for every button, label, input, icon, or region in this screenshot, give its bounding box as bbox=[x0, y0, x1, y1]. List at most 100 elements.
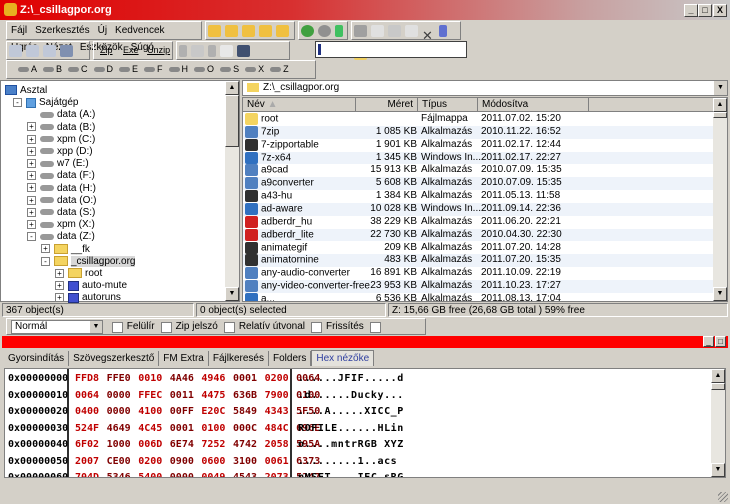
expand-icon[interactable]: + bbox=[41, 244, 50, 254]
menu-item[interactable]: Kedvencek bbox=[115, 22, 164, 39]
move-icon[interactable] bbox=[388, 25, 401, 37]
file-row[interactable]: adberdr_lite 22 730 KB Alkalmazás 2010.04.3… bbox=[243, 228, 717, 242]
expand-icon[interactable]: + bbox=[27, 146, 36, 156]
collapse-icon[interactable]: - bbox=[13, 98, 22, 108]
cut-icon[interactable] bbox=[354, 25, 367, 37]
hex-bytes[interactable]: 524F 4649 4C45 0001 0100 000C 484C 696E bbox=[75, 421, 328, 438]
hex-ascii[interactable]: ....A.....XICC_P bbox=[298, 404, 404, 421]
checkbox[interactable] bbox=[310, 321, 322, 333]
tab[interactable]: Hex nézőke bbox=[311, 350, 375, 366]
resize-grip[interactable] bbox=[718, 492, 728, 502]
chevron-down-icon[interactable]: ▼ bbox=[90, 321, 102, 333]
expand-icon[interactable]: + bbox=[27, 183, 36, 193]
console-icon[interactable] bbox=[237, 45, 250, 57]
hex-bytes[interactable]: 0400 0000 4100 00FF E20C 5849 4343 5F50 bbox=[75, 404, 328, 421]
notepad-icon[interactable] bbox=[220, 45, 233, 57]
scroll-up-arrow-icon[interactable]: ▲ bbox=[711, 369, 725, 383]
tree-scrollbar[interactable]: ▲ ▼ bbox=[225, 81, 239, 301]
scroll-down-arrow-icon[interactable]: ▼ bbox=[225, 287, 239, 301]
tab[interactable]: Gyorsindítás bbox=[4, 351, 70, 366]
list-scrollbar[interactable]: ▲ ▼ bbox=[713, 98, 727, 301]
drive-button[interactable]: F bbox=[144, 61, 163, 78]
expand-icon[interactable]: + bbox=[27, 207, 36, 217]
hex-ascii[interactable]: pMSFT....IEC sRG bbox=[298, 470, 404, 477]
checkbox[interactable] bbox=[369, 321, 381, 333]
tab[interactable]: Fájlkeresés bbox=[209, 351, 269, 366]
file-row[interactable]: ad-aware 10 028 KB Windows In... 2011.09.14… bbox=[243, 202, 717, 216]
hex-bytes[interactable]: 0064 0000 FFEC 0011 4475 636B 7900 0100 bbox=[75, 388, 328, 405]
hex-ascii[interactable]: o....mntrRGB XYZ bbox=[298, 437, 404, 454]
address-dropdown-icon[interactable]: ▼ bbox=[714, 81, 727, 95]
copy-icon[interactable] bbox=[371, 25, 384, 37]
minimize-button[interactable]: _ bbox=[684, 4, 698, 17]
drive-button[interactable]: X bbox=[245, 61, 264, 78]
scroll-up-arrow-icon[interactable]: ▲ bbox=[713, 98, 727, 112]
checkbox[interactable] bbox=[223, 321, 235, 333]
file-row[interactable]: 7z-x64 1 345 KB Windows In... 2011.02.17. 2… bbox=[243, 151, 717, 165]
path-input[interactable] bbox=[315, 41, 467, 58]
address-bar[interactable]: Z:\_csillagpor.org ▼ bbox=[242, 80, 728, 96]
expand-icon[interactable]: + bbox=[55, 268, 64, 278]
favorite-icon[interactable] bbox=[242, 25, 255, 37]
menu-item[interactable]: Új bbox=[98, 22, 107, 39]
expand-icon[interactable]: + bbox=[27, 195, 36, 205]
hex-bytes[interactable]: 704D 5346 5400 0000 0049 4543 2073 5247 bbox=[75, 470, 328, 477]
drive-button[interactable]: E bbox=[119, 61, 138, 78]
drive-button[interactable]: A bbox=[18, 61, 37, 78]
expand-icon[interactable]: + bbox=[27, 171, 36, 181]
expand-icon[interactable]: + bbox=[27, 159, 36, 169]
scroll-down-arrow-icon[interactable]: ▼ bbox=[713, 287, 727, 301]
hex-bytes[interactable]: 6F02 1000 006D 6E74 7252 4742 2058 595A bbox=[75, 437, 328, 454]
collapse-icon[interactable]: - bbox=[27, 232, 36, 242]
mode-select[interactable]: Normál ▼ bbox=[11, 320, 103, 334]
unzip-button[interactable]: Unzip bbox=[147, 45, 170, 55]
file-row[interactable]: any-video-converter-free 23 953 KB Alkalma… bbox=[243, 280, 717, 293]
column-modified[interactable]: Módosítva bbox=[478, 98, 589, 112]
expand-icon[interactable]: + bbox=[27, 220, 36, 230]
tab[interactable]: Szövegszerkesztő bbox=[69, 351, 160, 366]
drive-button[interactable]: O bbox=[194, 61, 214, 78]
details-view-icon[interactable] bbox=[60, 45, 73, 57]
file-row[interactable]: a9cad 15 913 KB Alkalmazás 2010.07.09. 15:3… bbox=[243, 164, 717, 178]
favorite-icon[interactable] bbox=[259, 25, 272, 37]
file-row[interactable]: 7zip 1 085 KB Alkalmazás 2010.11.22. 16:52 bbox=[243, 125, 717, 139]
close-button[interactable]: X bbox=[713, 4, 727, 17]
back-icon[interactable] bbox=[301, 25, 314, 37]
drive-button[interactable]: B bbox=[43, 61, 62, 78]
hex-ascii[interactable]: ROFILE......HLin bbox=[298, 421, 404, 438]
collapse-icon[interactable]: - bbox=[41, 256, 50, 266]
checkbox[interactable] bbox=[111, 321, 123, 333]
tool-icon[interactable] bbox=[208, 45, 216, 57]
file-row[interactable]: any-audio-converter 16 891 KB Alkalmazás 20… bbox=[243, 267, 717, 281]
hex-bytes[interactable]: 2007 CE00 0200 0900 0600 3100 0061 6373 bbox=[75, 454, 328, 471]
scroll-thumb[interactable] bbox=[713, 112, 727, 118]
zip-button[interactable]: Zip bbox=[100, 45, 113, 55]
file-row[interactable]: animategif 209 KB Alkalmazás 2011.07.20. 14… bbox=[243, 241, 717, 255]
small-icons-view-icon[interactable] bbox=[26, 45, 39, 57]
maximize-button[interactable]: □ bbox=[698, 4, 712, 17]
menu-item[interactable]: Fájl bbox=[11, 22, 27, 39]
drive-button[interactable]: Z bbox=[270, 61, 289, 78]
column-size[interactable]: Méret bbox=[356, 98, 418, 112]
expand-icon[interactable]: + bbox=[27, 122, 36, 132]
hex-bytes[interactable]: FFD8 FFE0 0010 4A46 4946 0001 0200 0064 bbox=[75, 371, 328, 388]
hex-ascii[interactable]: ......JFIF.....d bbox=[298, 371, 404, 388]
tool-icon[interactable] bbox=[179, 45, 187, 57]
scroll-thumb[interactable] bbox=[225, 95, 239, 147]
favorite-icon[interactable] bbox=[208, 25, 221, 37]
file-row[interactable]: adberdr_hu 38 229 KB Alkalmazás 2011.06.20.… bbox=[243, 215, 717, 229]
list-view-icon[interactable] bbox=[43, 45, 56, 57]
file-row[interactable]: 7-zipportable 1 901 KB Alkalmazás 2011.02.1… bbox=[243, 138, 717, 152]
tool-icon[interactable] bbox=[191, 45, 204, 57]
drive-button[interactable]: S bbox=[220, 61, 239, 78]
favorite-icon[interactable] bbox=[225, 25, 238, 37]
expand-icon[interactable]: + bbox=[55, 281, 64, 291]
favorite-icon[interactable] bbox=[276, 25, 289, 37]
properties-icon[interactable] bbox=[439, 25, 447, 37]
hex-scrollbar[interactable]: ▲ ▼ bbox=[711, 369, 725, 477]
up-icon[interactable] bbox=[335, 25, 343, 37]
file-row[interactable]: a... 6 536 KB Alkalmazás 2011.08.13. 17:04 bbox=[243, 292, 717, 301]
file-row[interactable]: animatornine 483 KB Alkalmazás 2011.07.20. … bbox=[243, 254, 717, 268]
column-type[interactable]: Típus bbox=[418, 98, 478, 112]
scroll-thumb[interactable] bbox=[711, 383, 725, 390]
